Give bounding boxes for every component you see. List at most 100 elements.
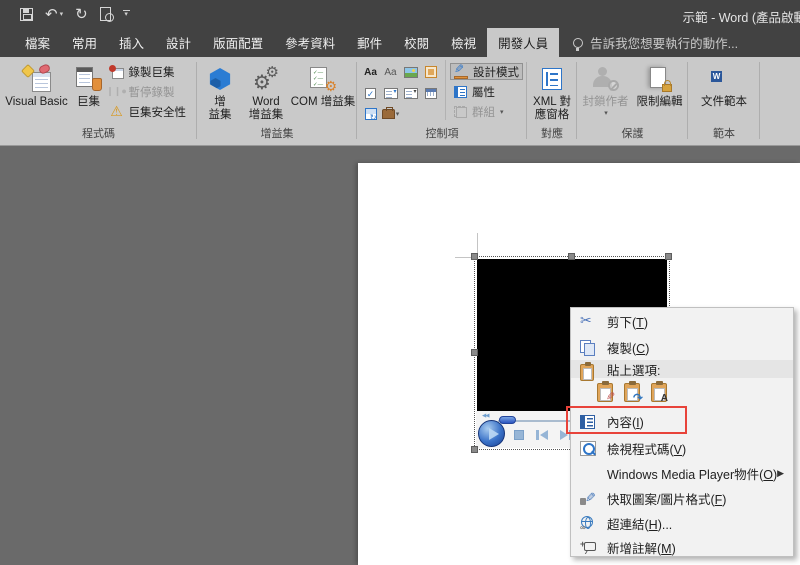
redo-icon: ↻ (75, 7, 88, 22)
addins-button[interactable]: 增益集 (199, 60, 241, 122)
previous-button[interactable] (536, 430, 548, 440)
plain-text-control-button[interactable]: Aa (381, 62, 400, 82)
menu-item-view-code[interactable]: 檢視程式碼(V) (571, 435, 793, 461)
tab-design[interactable]: 設計 (155, 28, 202, 57)
picture-control-button[interactable] (401, 62, 420, 82)
date-picker-control-icon (425, 88, 437, 99)
repeating-section-control-icon (365, 108, 377, 120)
visual-basic-button[interactable]: Visual Basic (3, 60, 71, 109)
menu-item-new-comment-label: 新增註解(M) (607, 538, 676, 557)
drop-down-list-control-button[interactable] (401, 83, 420, 103)
properties-icon (454, 86, 467, 98)
tab-home[interactable]: 常用 (61, 28, 108, 57)
seek-slider-thumb[interactable] (499, 416, 516, 424)
group-label-text: 群組 (472, 104, 495, 120)
menu-item-new-comment[interactable]: + 新增註解(M) (571, 536, 793, 558)
redo-button[interactable]: ↻ (75, 4, 88, 24)
block-authors-button: 封鎖作者 ▾ (579, 60, 633, 117)
building-block-control-button[interactable] (421, 62, 440, 82)
tab-layout[interactable]: 版面配置 (202, 28, 274, 57)
design-mode-button[interactable]: ✎ 設計模式 (450, 63, 523, 80)
menu-item-hyperlink-label: 超連結(H)... (607, 514, 672, 533)
ribbon-group-addins: 增益集 ⚙⚙ Word增益集 ⚙ COM 增益集 增益集 (197, 57, 357, 145)
word-addins-button[interactable]: ⚙⚙ Word增益集 (241, 60, 291, 122)
tab-insert[interactable]: 插入 (108, 28, 155, 57)
resize-handle-bottom-left[interactable] (471, 446, 478, 453)
macro-security-button[interactable]: ⚠ 巨集安全性 (107, 103, 195, 120)
tab-view[interactable]: 檢視 (440, 28, 487, 57)
menu-item-hyperlink[interactable]: ∞ 超連結(H)... (571, 511, 793, 536)
rewind-icon: ◀◀ (482, 413, 488, 419)
checkbox-control-button[interactable]: ✓ (361, 83, 380, 103)
record-macro-button[interactable]: 錄製巨集 (107, 63, 195, 80)
repeating-section-control-button[interactable] (361, 104, 380, 124)
paste-keep-text-only-button[interactable]: A (651, 383, 667, 402)
ribbon-group-code: Visual Basic 巨集 錄製巨集 ❙❙● 暫停錄製 ⚠ 巨集安全性 程式… (0, 57, 197, 145)
paste-merge-formatting-button[interactable]: ↷ (624, 383, 640, 402)
title-bar: ↶▾ ↻ ▾ 示範 - Word (產品啟動 (0, 0, 800, 28)
tab-file[interactable]: 檔案 (14, 28, 61, 57)
addins-label-2: 益集 (209, 109, 232, 122)
new-comment-icon: + (580, 540, 596, 555)
play-button[interactable] (478, 420, 505, 447)
combo-box-control-button[interactable] (381, 83, 400, 103)
save-button[interactable] (20, 4, 33, 24)
document-template-label: 文件範本 (701, 96, 747, 109)
properties-button[interactable]: 屬性 (450, 83, 523, 100)
paste-keep-source-formatting-button[interactable]: ✎ (597, 383, 613, 402)
document-template-icon: W (711, 67, 737, 91)
design-mode-icon: ✎ (454, 65, 469, 79)
tell-me-label: 告訴我您想要執行的動作... (590, 33, 738, 52)
undo-icon: ↶ (45, 7, 58, 22)
block-authors-icon (593, 67, 619, 91)
menu-item-wmp-object[interactable]: Windows Media Player物件(O) ▶ (571, 461, 793, 486)
resize-handle-top-middle[interactable] (568, 253, 575, 260)
tab-mailings[interactable]: 郵件 (346, 28, 393, 57)
group-label-controls: 控制項 (357, 125, 527, 141)
xml-mapping-label-1: XML 對 (533, 96, 571, 109)
resize-handle-middle-left[interactable] (471, 349, 478, 356)
document-template-button[interactable]: W 文件範本 (693, 60, 755, 109)
macros-button[interactable]: 巨集 (71, 60, 107, 109)
combo-box-control-icon (384, 88, 398, 99)
cut-icon: ✂ (580, 313, 592, 329)
resize-handle-top-right[interactable] (665, 253, 672, 260)
legacy-tools-icon (382, 109, 395, 119)
customize-qat-button[interactable]: ▾ (123, 4, 130, 24)
menu-item-copy[interactable]: 複製(C) (571, 334, 793, 360)
menu-item-properties[interactable]: 內容(I) (571, 408, 793, 435)
macros-icon (76, 67, 102, 91)
tab-review[interactable]: 校閱 (393, 28, 440, 57)
resize-handle-top-left[interactable] (471, 253, 478, 260)
tab-references[interactable]: 參考資料 (274, 28, 346, 57)
paste-options-row: ✎ ↷ A (571, 378, 793, 406)
menu-item-cut[interactable]: ✂ 剪下(T) (571, 308, 793, 334)
print-preview-button[interactable] (100, 4, 111, 24)
pause-recording-icon: ❙❙● (106, 86, 127, 97)
restrict-editing-label: 限制編輯 (637, 96, 683, 109)
rich-text-control-button[interactable]: Aa (361, 62, 380, 82)
menu-item-copy-label: 複製(C) (607, 338, 649, 357)
word-addins-icon: ⚙⚙ (253, 66, 279, 92)
restrict-editing-button[interactable]: 限制編輯 (633, 60, 687, 109)
picture-control-icon (404, 67, 418, 78)
menu-item-wmp-object-label: Windows Media Player物件(O) (607, 464, 777, 483)
tell-me-box[interactable]: 告訴我您想要執行的動作... (573, 28, 738, 57)
legacy-tools-button[interactable]: ▾ (381, 104, 400, 124)
properties-label: 屬性 (472, 84, 495, 100)
submenu-arrow-icon: ▶ (777, 468, 784, 479)
undo-button[interactable]: ↶▾ (45, 4, 63, 24)
com-addins-button[interactable]: ⚙ COM 增益集 (291, 60, 355, 109)
menu-item-format-object[interactable]: ✎ 快取圖案/圖片格式(F) (571, 486, 793, 511)
tab-developer[interactable]: 開發人員 (487, 28, 559, 57)
com-addins-label: COM 增益集 (291, 96, 356, 109)
stop-button[interactable] (514, 430, 524, 440)
group-label-code: 程式碼 (0, 125, 197, 141)
xml-mapping-pane-button[interactable]: XML 對應窗格 (529, 60, 575, 122)
menu-item-properties-label: 內容(I) (607, 412, 644, 431)
pause-recording-button: ❙❙● 暫停錄製 (107, 83, 195, 100)
ribbon: Visual Basic 巨集 錄製巨集 ❙❙● 暫停錄製 ⚠ 巨集安全性 程式… (0, 57, 800, 146)
date-picker-control-button[interactable] (421, 83, 440, 103)
next-icon (560, 430, 568, 440)
merge-formatting-icon: ↷ (633, 391, 643, 405)
